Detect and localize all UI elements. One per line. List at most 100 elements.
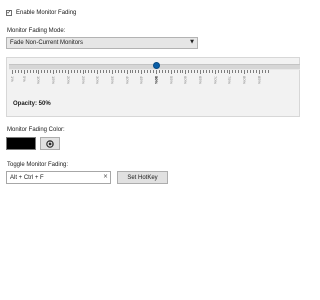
hotkey-value: Alt + Ctrl + F <box>10 174 44 181</box>
tick-mark <box>161 70 163 73</box>
tick-mark <box>114 70 116 73</box>
tick-mark <box>252 70 254 73</box>
tick-label: 75% <box>227 76 233 85</box>
tick-mark <box>82 70 84 74</box>
tick-mark <box>188 70 190 73</box>
tick-label: 80% <box>242 76 248 85</box>
tick-label: 10% <box>36 76 42 85</box>
tick-mark <box>158 70 160 73</box>
opacity-slider-thumb[interactable] <box>152 62 160 69</box>
tick-mark <box>108 70 110 73</box>
tick-mark <box>59 70 61 73</box>
tick-label: 1% <box>10 76 15 82</box>
tick-mark <box>153 70 155 73</box>
tick-mark <box>106 70 108 73</box>
tick-mark <box>235 70 237 73</box>
tick-mark <box>144 70 146 73</box>
tick-mark <box>44 70 46 73</box>
tick-label: 50% <box>154 76 159 85</box>
tick-mark <box>85 70 87 73</box>
tick-mark <box>135 70 137 73</box>
tick-label: 70% <box>212 76 218 85</box>
color-picker-button[interactable] <box>40 137 60 150</box>
tick-mark <box>38 70 40 74</box>
tick-label: 85% <box>256 76 262 85</box>
tick-mark <box>156 70 157 74</box>
tick-mark <box>88 70 90 73</box>
tick-mark <box>56 70 58 73</box>
checkmark-icon: ✓ <box>6 9 12 16</box>
tick-mark <box>203 70 205 73</box>
tick-mark <box>250 70 252 73</box>
tick-mark <box>47 70 49 73</box>
tick-mark <box>94 70 96 73</box>
tick-mark <box>150 70 152 73</box>
tick-label: 40% <box>124 76 130 85</box>
tick-mark <box>100 70 102 73</box>
tick-mark <box>26 70 28 73</box>
tick-mark <box>238 70 240 73</box>
tick-mark <box>91 70 93 73</box>
tick-mark <box>53 70 55 74</box>
tick-mark <box>247 70 249 73</box>
opacity-readout: Opacity: 50% <box>13 101 51 107</box>
tick-label: 55% <box>168 76 174 85</box>
tick-mark <box>23 70 25 74</box>
tick-mark <box>176 70 178 73</box>
tick-mark <box>241 70 243 73</box>
tick-label: 25% <box>80 76 86 85</box>
tick-mark <box>217 70 219 73</box>
fading-color-label: Monitor Fading Color: <box>7 127 65 133</box>
chevron-down-icon: ▼ <box>190 39 194 45</box>
fading-mode-value: Fade Non-Current Monitors <box>10 40 84 46</box>
hotkey-input[interactable]: Alt + Ctrl + F <box>6 171 111 184</box>
tick-mark <box>170 70 172 74</box>
tick-mark <box>258 70 260 74</box>
tick-mark <box>194 70 196 73</box>
tick-mark <box>267 70 269 73</box>
tick-mark <box>132 70 134 73</box>
tick-mark <box>223 70 225 73</box>
color-picker-icon <box>46 139 54 148</box>
tick-mark <box>117 70 119 73</box>
tick-mark <box>73 70 75 73</box>
tick-mark <box>255 70 257 73</box>
tick-mark <box>211 70 213 73</box>
tick-mark <box>264 70 266 73</box>
tick-mark <box>14 70 16 73</box>
tick-mark <box>182 70 184 73</box>
tick-label: 45% <box>139 76 145 85</box>
tick-label: 30% <box>95 76 101 85</box>
tick-label: 5% <box>21 76 27 82</box>
fading-mode-dropdown[interactable]: Fade Non-Current Monitors ▼ <box>6 37 198 49</box>
tick-label: 15% <box>51 76 57 85</box>
enable-fading-label: Enable Monitor Fading <box>16 10 77 16</box>
tick-mark <box>17 70 19 73</box>
tick-mark <box>35 70 37 73</box>
tick-mark <box>41 70 43 73</box>
fading-mode-label: Monitor Fading Mode: <box>7 28 66 34</box>
tick-mark <box>50 70 52 73</box>
tick-mark <box>208 70 210 73</box>
clear-hotkey-icon[interactable]: × <box>103 173 108 180</box>
tick-mark <box>120 70 122 73</box>
tick-mark <box>126 70 128 74</box>
tick-mark <box>261 70 263 73</box>
tick-mark <box>167 70 169 73</box>
tick-label: 60% <box>183 76 189 85</box>
tick-mark <box>164 70 166 73</box>
tick-label: 35% <box>109 76 115 85</box>
tick-mark <box>229 70 231 74</box>
tick-mark <box>61 70 63 73</box>
tick-mark <box>97 70 99 74</box>
tick-label: 20% <box>65 76 71 85</box>
tick-mark <box>147 70 149 73</box>
tick-mark <box>20 70 22 73</box>
fading-color-swatch[interactable] <box>6 137 36 150</box>
set-hotkey-button[interactable]: Set HotKey <box>117 171 168 184</box>
toggle-fading-label: Toggle Monitor Fading: <box>7 162 69 168</box>
tick-mark <box>220 70 222 73</box>
tick-mark <box>191 70 193 73</box>
tick-label: 65% <box>198 76 204 85</box>
enable-fading-checkbox[interactable]: ✓ <box>6 10 12 16</box>
